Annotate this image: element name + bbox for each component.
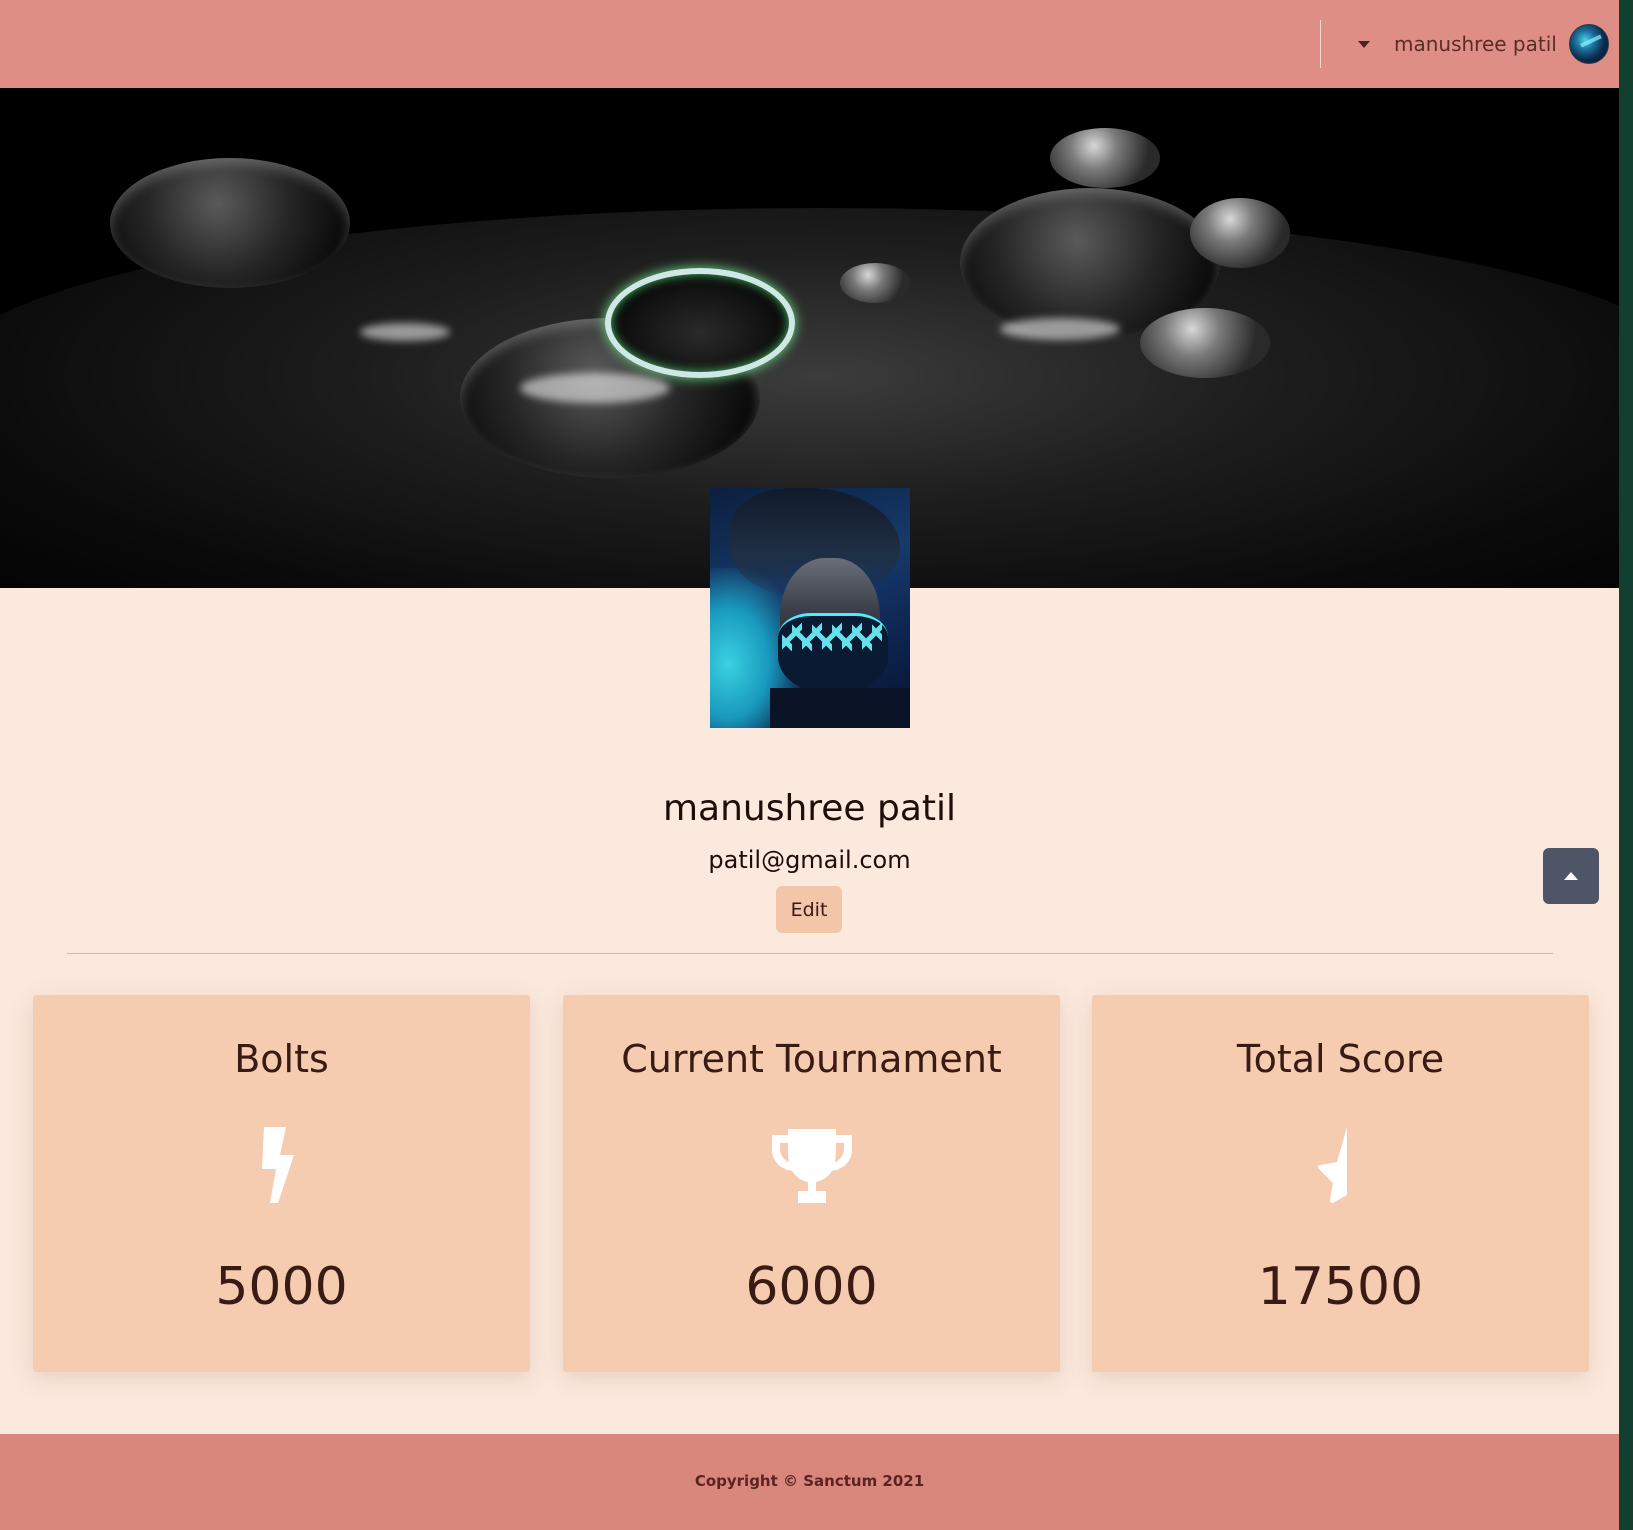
highlight [1000,318,1120,340]
stat-card-total-score: Total Score 17500 [1092,995,1589,1372]
controller-logo-ring [605,268,795,378]
chevron-up-icon [1564,872,1578,880]
page: manushree patil manushree patil patil@gm… [0,0,1633,1530]
stat-value: 6000 [745,1257,878,1317]
stat-title: Bolts [234,1037,329,1081]
stat-title: Total Score [1236,1037,1445,1081]
edit-profile-button[interactable]: Edit [776,886,842,933]
controller-left-stick [110,158,350,288]
controller-button [840,263,910,303]
profile-name: manushree patil [662,788,957,829]
star-half-icon [1317,1127,1347,1203]
trophy-icon [771,1129,852,1203]
stat-title: Current Tournament [621,1037,1002,1081]
window-edge [1619,0,1633,1530]
caret-down-icon [1358,40,1370,48]
footer-copyright: Copyright © Sanctum 2021 [694,1472,925,1490]
highlight [360,323,450,341]
top-navbar: manushree patil [0,0,1619,88]
controller-button [1190,198,1290,268]
nav-user-name: manushree patil [1394,32,1557,56]
user-menu-dropdown[interactable]: manushree patil [1352,22,1609,66]
divider [67,953,1553,954]
main-content: manushree patil manushree patil patil@gm… [0,0,1619,1530]
controller-button [1140,308,1270,378]
highlight [520,373,670,403]
footer: Copyright © Sanctum 2021 [0,1434,1619,1530]
stat-card-bolts: Bolts 5000 [33,995,530,1372]
scroll-to-top-button[interactable] [1543,848,1599,904]
profile-email: patil@gmail.com [708,846,911,874]
stat-card-current-tournament: Current Tournament 6000 [563,995,1060,1372]
stat-value: 5000 [215,1257,348,1317]
stat-value: 17500 [1257,1257,1424,1317]
controller-button [1050,128,1160,188]
bolt-icon [261,1127,294,1203]
profile-picture [710,488,910,728]
nav-divider [1320,20,1321,68]
user-avatar [1568,24,1609,64]
